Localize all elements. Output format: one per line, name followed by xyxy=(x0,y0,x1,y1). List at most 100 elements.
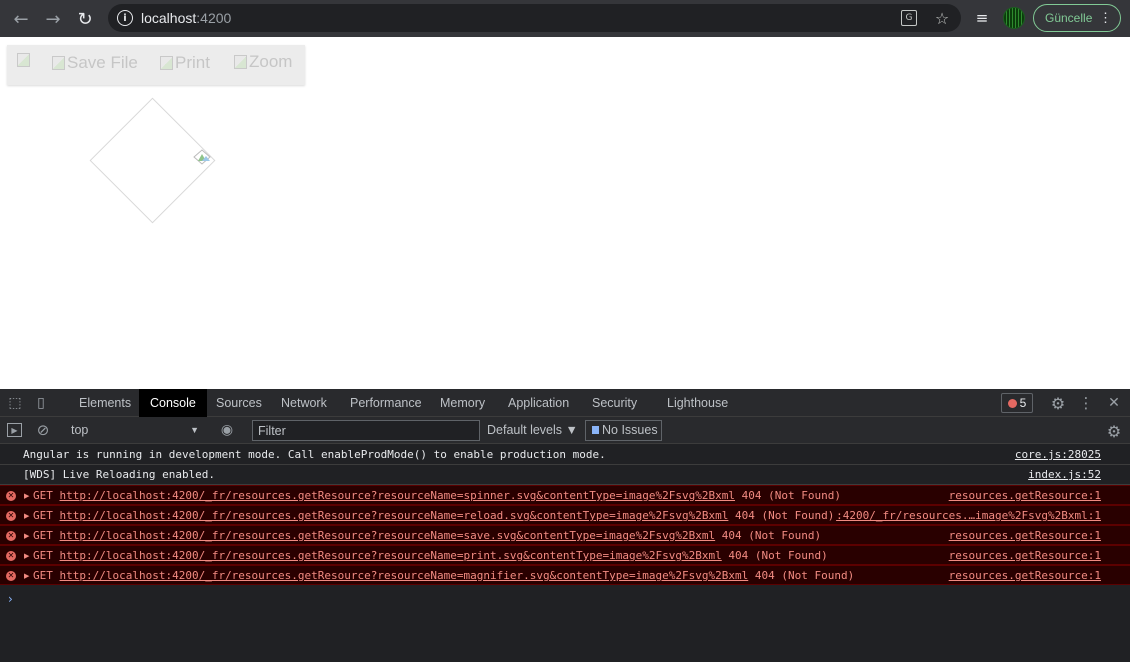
expand-triangle-icon[interactable]: ▶ xyxy=(24,526,29,546)
tab-console[interactable]: Console xyxy=(139,389,207,417)
log-levels-dropdown[interactable]: Default levels ▼ xyxy=(487,420,578,441)
url-text[interactable]: localhost:4200 xyxy=(141,10,231,26)
message-source-link[interactable]: :4200/_fr/resources.…image%2Fsvg%2Bxml:1 xyxy=(836,506,1101,526)
context-selector[interactable]: top ▼ xyxy=(65,420,205,441)
request-method: GET xyxy=(33,569,53,582)
error-icon: ✕ xyxy=(6,551,16,561)
expand-triangle-icon[interactable]: ▶ xyxy=(24,486,29,506)
console-filter-input[interactable] xyxy=(252,420,480,441)
viewer-toolbar: Save File Print Zoom xyxy=(7,45,305,85)
issues-flag-icon xyxy=(592,426,599,434)
bookmark-star-icon[interactable]: ☆ xyxy=(933,9,951,28)
console-error-message[interactable]: ✕ ▶ GET http://localhost:4200/_fr/resour… xyxy=(0,525,1130,545)
console-error-message[interactable]: ✕ ▶ GET http://localhost:4200/_fr/resour… xyxy=(0,545,1130,565)
console-settings-icon[interactable]: ⚙ xyxy=(1105,422,1123,441)
settings-gear-icon[interactable]: ⚙ xyxy=(1049,394,1067,413)
request-url-link[interactable]: http://localhost:4200/_fr/resources.getR… xyxy=(60,529,716,542)
message-text: [WDS] Live Reloading enabled. xyxy=(23,468,216,481)
console-error-message[interactable]: ✕ ▶ GET http://localhost:4200/_fr/resour… xyxy=(0,505,1130,525)
media-playlist-icon[interactable]: ≡ xyxy=(971,7,993,29)
console-prompt[interactable]: › xyxy=(8,592,13,606)
expand-triangle-icon[interactable]: ▶ xyxy=(24,566,29,586)
request-status: 404 (Not Found) xyxy=(735,509,835,522)
clear-console-icon[interactable]: ⊘ xyxy=(35,421,51,439)
error-count-badge[interactable]: 5 xyxy=(1001,393,1033,413)
print-alt-text: Print xyxy=(175,53,210,72)
save-file-alt-text: Save File xyxy=(67,53,138,72)
reload-tool-button[interactable] xyxy=(17,53,30,67)
issues-label: No Issues xyxy=(602,423,658,437)
live-expression-eye-icon[interactable]: ◉ xyxy=(218,422,236,438)
zoom-alt-text: Zoom xyxy=(249,52,293,71)
tab-performance[interactable]: Performance xyxy=(339,389,433,417)
request-method: GET xyxy=(33,489,53,502)
update-button[interactable]: Güncelle ⋮ xyxy=(1033,4,1121,32)
expand-triangle-icon[interactable]: ▶ xyxy=(24,506,29,526)
request-url-link[interactable]: http://localhost:4200/_fr/resources.getR… xyxy=(60,489,736,502)
console-message: Angular is running in development mode. … xyxy=(0,445,1130,465)
request-method: GET xyxy=(33,549,53,562)
broken-image-icon xyxy=(52,56,65,70)
broken-image-icon xyxy=(193,149,211,165)
error-icon: ✕ xyxy=(6,531,16,541)
request-url-link[interactable]: http://localhost:4200/_fr/resources.getR… xyxy=(60,569,749,582)
sidebar-toggle-icon[interactable]: ▶ xyxy=(7,423,22,437)
inspect-element-icon[interactable]: ⬚ xyxy=(7,395,23,411)
forward-icon[interactable]: → xyxy=(41,7,65,31)
tab-security[interactable]: Security xyxy=(581,389,648,417)
message-source-link[interactable]: index.js:52 xyxy=(1028,465,1101,485)
browser-toolbar: ← → ↻ i localhost:4200 G ☆ ≡ Güncelle ⋮ xyxy=(0,0,1130,37)
request-status: 404 (Not Found) xyxy=(728,549,828,562)
request-url-link[interactable]: http://localhost:4200/_fr/resources.getR… xyxy=(60,509,729,522)
devtools-panel: ⬚ ▯ Elements Console Sources Network Per… xyxy=(0,389,1130,662)
browser-menu-icon[interactable]: ⋮ xyxy=(1099,5,1112,31)
broken-image-icon xyxy=(17,53,30,67)
error-icon: ✕ xyxy=(6,571,16,581)
message-source-link[interactable]: resources.getResource:1 xyxy=(949,486,1101,506)
request-status: 404 (Not Found) xyxy=(754,569,855,582)
tab-sources[interactable]: Sources xyxy=(205,389,273,417)
profile-avatar[interactable] xyxy=(1003,7,1025,29)
console-message: [WDS] Live Reloading enabled. index.js:5… xyxy=(0,465,1130,485)
expand-triangle-icon[interactable]: ▶ xyxy=(24,546,29,566)
request-method: GET xyxy=(33,529,53,542)
request-method: GET xyxy=(33,509,53,522)
tab-memory[interactable]: Memory xyxy=(429,389,496,417)
device-toggle-icon[interactable]: ▯ xyxy=(33,395,49,411)
back-icon[interactable]: ← xyxy=(9,7,33,31)
broken-image-icon xyxy=(160,56,173,70)
close-icon[interactable]: ✕ xyxy=(1106,394,1122,412)
issues-button[interactable]: No Issues xyxy=(585,420,662,441)
console-filter-bar: ▶ ⊘ top ▼ ◉ Default levels ▼ No Issues ⚙ xyxy=(0,417,1130,444)
tab-lighthouse[interactable]: Lighthouse xyxy=(656,389,739,417)
zoom-button[interactable]: Zoom xyxy=(234,52,292,72)
message-source-link[interactable]: resources.getResource:1 xyxy=(949,546,1101,566)
page-viewport: Save File Print Zoom xyxy=(0,37,1130,389)
address-bar[interactable]: i localhost:4200 G ☆ xyxy=(108,4,961,32)
print-button[interactable]: Print xyxy=(160,53,210,73)
save-file-button[interactable]: Save File xyxy=(52,53,138,73)
translate-icon[interactable]: G xyxy=(901,10,917,26)
message-source-link[interactable]: resources.getResource:1 xyxy=(949,566,1101,586)
error-icon: ✕ xyxy=(6,511,16,521)
context-value: top xyxy=(71,423,89,437)
devtools-tab-bar: ⬚ ▯ Elements Console Sources Network Per… xyxy=(0,389,1130,417)
site-info-icon[interactable]: i xyxy=(117,10,133,26)
devtools-menu-icon[interactable]: ⋮ xyxy=(1079,394,1094,412)
tab-elements[interactable]: Elements xyxy=(68,389,142,417)
request-status: 404 (Not Found) xyxy=(721,529,822,542)
request-url-link[interactable]: http://localhost:4200/_fr/resources.getR… xyxy=(60,549,722,562)
url-port: :4200 xyxy=(196,10,232,26)
broken-image-icon xyxy=(234,55,247,69)
tab-network[interactable]: Network xyxy=(270,389,338,417)
error-icon: ✕ xyxy=(6,491,16,501)
tab-application[interactable]: Application xyxy=(497,389,580,417)
console-messages: Angular is running in development mode. … xyxy=(0,445,1130,606)
reload-icon[interactable]: ↻ xyxy=(73,7,97,31)
error-count: 5 xyxy=(1019,396,1027,410)
console-error-message[interactable]: ✕ ▶ GET http://localhost:4200/_fr/resour… xyxy=(0,565,1130,585)
request-status: 404 (Not Found) xyxy=(741,489,841,502)
message-source-link[interactable]: resources.getResource:1 xyxy=(949,526,1101,546)
message-source-link[interactable]: core.js:28025 xyxy=(1015,445,1101,465)
console-error-message[interactable]: ✕ ▶ GET http://localhost:4200/_fr/resour… xyxy=(0,485,1130,505)
